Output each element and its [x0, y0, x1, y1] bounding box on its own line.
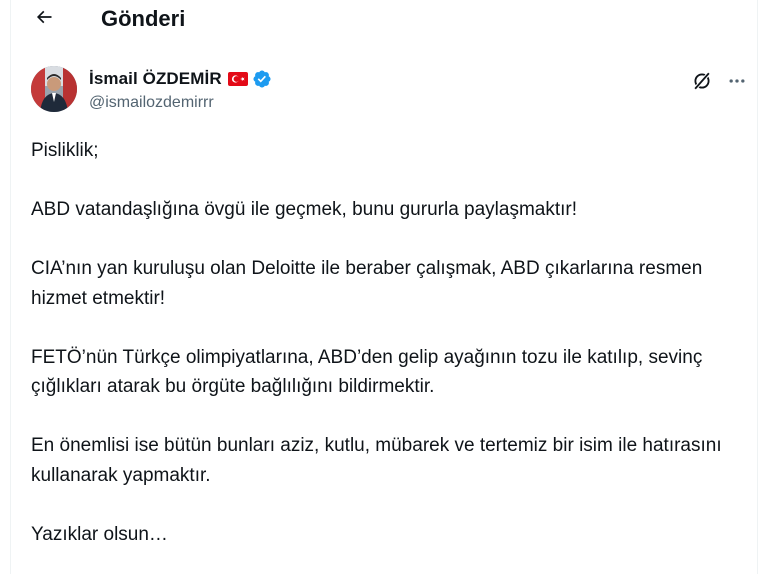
author-handle[interactable]: @ismailozdemirrr: [89, 93, 214, 113]
grok-button[interactable]: [689, 68, 715, 94]
avatar[interactable]: [31, 66, 77, 112]
top-bar: Gönderi: [11, 0, 757, 40]
avatar-image: [31, 66, 77, 112]
post-paragraph: Pisliklik;: [31, 140, 99, 161]
turkey-flag-icon: [227, 72, 248, 86]
more-options-button[interactable]: [723, 68, 751, 94]
post-paragraph: ABD vatandaşlığına övgü ile geçmek, bunu…: [31, 199, 578, 220]
name-row: İsmail ÖZDEMİR: [89, 68, 272, 90]
arrow-left-icon: [36, 10, 52, 24]
back-button[interactable]: [31, 4, 57, 30]
grok-icon: [693, 71, 711, 91]
more-horizontal-icon: [729, 79, 745, 83]
post-paragraph: FETÖ’nün Türkçe olimpiyatlarına, ABD’den…: [31, 346, 703, 398]
post-paragraph: En önemlisi ise bütün bunları aziz, kutl…: [31, 435, 722, 486]
post-detail-column: Gönderi İsmail ÖZDEMİR @ismailozdemirrr …: [10, 0, 758, 574]
post-paragraph: CIA’nın yan kuruluşu olan Deloitte ile b…: [31, 258, 703, 309]
post-paragraph: Yazıklar olsun…: [31, 523, 168, 545]
post-author-header: İsmail ÖZDEMİR @ismailozdemirrr: [31, 64, 753, 116]
display-name[interactable]: İsmail ÖZDEMİR: [89, 68, 222, 90]
verified-badge-icon[interactable]: [252, 69, 272, 89]
post-text: Pisliklik; ABD vatandaşlığına övgü ile g…: [31, 136, 743, 579]
page-title: Gönderi: [101, 6, 186, 31]
